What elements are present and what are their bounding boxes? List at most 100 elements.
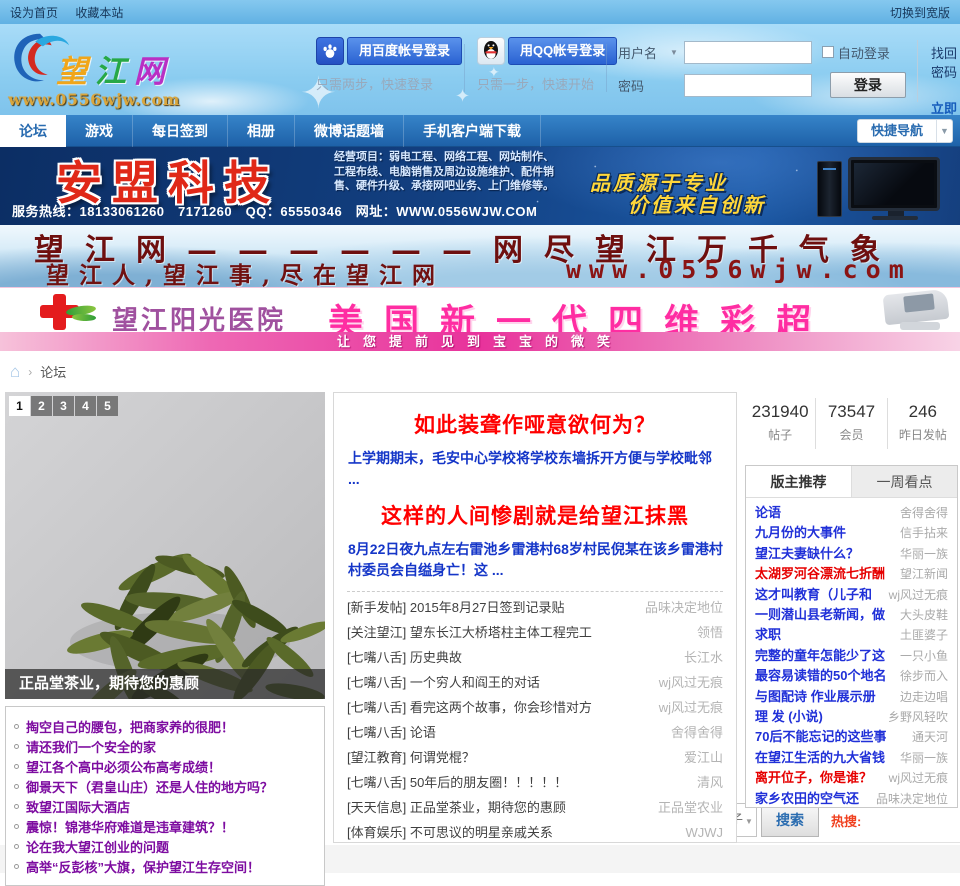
list-item[interactable]: 家乡农田的空气还 品味决定地位: [755, 789, 948, 809]
featured-title[interactable]: 如此装聋作哑意欲何为？: [347, 409, 723, 439]
quick-nav-button[interactable]: 快捷导航 ▼: [856, 119, 953, 143]
list-item[interactable]: 在望江生活的九大省钱 华丽一族: [755, 748, 948, 768]
list-item[interactable]: 论语 舍得舍得: [755, 503, 948, 523]
stat-1[interactable]: 73547 会员: [816, 398, 888, 449]
list-item[interactable]: 望江夫妻缺什么？ 华丽一族: [755, 544, 948, 564]
sidebar-author: 大头皮鞋: [899, 608, 948, 623]
ad-banner-anmeng[interactable]: 安盟科技 经营项目：弱电工程、网络工程、网站制作、工程布线、电脑销售及周边设施维…: [0, 147, 960, 225]
tab-0[interactable]: 版主推荐: [746, 466, 852, 497]
left-link-2[interactable]: 望江各个高中必须公布高考成绩！: [26, 757, 221, 776]
list-item[interactable]: 最容易读错的50个地名 徐步而入: [755, 666, 948, 686]
sidebar-link: 完整的童年怎能少了这: [755, 647, 886, 663]
quick-nav-label: 快捷导航: [870, 123, 923, 138]
auto-login-label[interactable]: 自动登录: [838, 43, 890, 62]
carousel-page-2[interactable]: 2: [31, 396, 52, 416]
left-link-1[interactable]: 请还我们一个安全的家: [26, 737, 156, 756]
image-carousel[interactable]: 12345 正品堂茶业，期待您的惠顾: [5, 392, 325, 699]
left-link-5[interactable]: 震惊！锦港华府难道是违章建筑？！: [26, 817, 234, 836]
nav-tab-2[interactable]: 每日签到: [133, 115, 228, 147]
stat-0[interactable]: 231940 帖子: [745, 398, 817, 449]
table-row[interactable]: [七嘴八舌] 论语 舍得舍得: [347, 720, 723, 745]
nav-tab-5[interactable]: 手机客户端下载: [404, 115, 541, 147]
table-row[interactable]: [望江教育] 何谓党棍？ 爱江山: [347, 745, 723, 770]
tea-leaves-photo: [67, 553, 325, 699]
list-item[interactable]: 与图配诗 作业展示册 边走边唱: [755, 687, 948, 707]
sidebar-author: 品味决定地位: [875, 791, 948, 806]
sidebar-link: 离开位子，你是谁？: [755, 770, 873, 786]
carousel-page-1[interactable]: 1: [9, 396, 30, 416]
find-password-link[interactable]: 找回密码: [931, 43, 958, 81]
list-item[interactable]: 九月份的大事件 信手拈来: [755, 523, 948, 543]
divider: [347, 591, 723, 592]
table-row[interactable]: [新手发帖] 2015年8月27日签到记录贴 品味决定地位: [347, 595, 723, 620]
post-title: [关注望江] 望东长江大桥塔柱主体工程完工: [347, 625, 592, 640]
table-row[interactable]: [体育娱乐] 不可思议的明星亲戚关系 WJWJ: [347, 820, 723, 845]
left-link-3[interactable]: 御景天下（君皇山庄）还是人住的地方吗？: [26, 777, 273, 796]
nav-tab-3[interactable]: 相册: [228, 115, 295, 147]
login-button[interactable]: 登录: [829, 72, 906, 98]
username-input[interactable]: [683, 40, 812, 64]
post-author: 清风: [696, 775, 723, 790]
left-link-0[interactable]: 掏空自己的腰包，把商家养的很肥！: [26, 717, 234, 736]
featured-excerpt[interactable]: 8月22日夜九点左右雷池乡雷港村68岁村民倪某在该乡雷港村村委员会自缢身亡！这 …: [348, 539, 723, 581]
sidebar-link: 这才叫教育（儿子和: [755, 586, 873, 602]
sidebar-author: 一只小鱼: [899, 648, 948, 663]
home-icon[interactable]: ⌂: [10, 362, 20, 382]
breadcrumb-current[interactable]: 论坛: [40, 362, 66, 381]
featured-excerpt[interactable]: 上学期期末，毛安中心学校将学校东墙拆开方便与学校毗邻 ...: [348, 448, 723, 490]
ad-anmeng-hotline: 服务热线：18133061260 7171260 QQ：65550346 网址：…: [12, 204, 538, 219]
table-row[interactable]: [关注望江] 望东长江大桥塔柱主体工程完工 领悟: [347, 620, 723, 645]
nav-tab-4[interactable]: 微博话题墙: [295, 115, 404, 147]
sidebar-link: 家乡农田的空气还: [755, 790, 860, 806]
list-item[interactable]: 理 发 (小说) 乡野风轻吹: [755, 707, 948, 727]
hot-search-link[interactable]: 热搜:: [831, 811, 861, 830]
featured-title[interactable]: 这样的人间惨剧就是给望江抹黑: [347, 500, 723, 530]
sidebar-author: 望江新闻: [899, 567, 948, 582]
nav-tabs: 论坛 游戏 每日签到 相册 微博话题墙 手机客户端下载: [0, 115, 960, 147]
baidu-login-button[interactable]: 用百度帐号登录: [347, 37, 463, 65]
post-title: [七嘴八舌] 历史典故: [347, 650, 462, 665]
qq-login-button[interactable]: 用QQ帐号登录: [508, 37, 618, 65]
password-label: 密码: [618, 78, 645, 94]
list-item[interactable]: 这才叫教育（儿子和 wj风过无痕: [755, 585, 948, 605]
table-row[interactable]: [七嘴八舌] 一个穷人和阎王的对话 wj风过无痕: [347, 670, 723, 695]
site-logo[interactable]: 望江网 www.0556wjw.com: [6, 26, 216, 114]
sidebar-author: 华丽一族: [899, 546, 948, 561]
forum-stats: 231940 帖子 73547 会员 246 昨日发帖: [745, 398, 958, 449]
list-item[interactable]: 离开位子，你是谁？ wj风过无痕: [755, 768, 948, 788]
table-row[interactable]: [七嘴八舌] 50年后的朋友圈！！！！！ 清风: [347, 770, 723, 795]
password-input[interactable]: [683, 73, 812, 97]
list-item[interactable]: 一则潜山县老新闻，做 大头皮鞋: [755, 605, 948, 625]
carousel-page-5[interactable]: 5: [97, 396, 118, 416]
ad-banner-hospital[interactable]: 望江阳光医院 美国新一代四维彩超 让您提前见到宝宝的微笑: [0, 287, 960, 351]
table-row[interactable]: [七嘴八舌] 看完这两个故事，你会珍惜对方 wj风过无痕: [347, 695, 723, 720]
post-author: 正品堂农业: [657, 800, 723, 815]
switch-wide-link[interactable]: 切换到宽版: [890, 6, 950, 20]
baidu-paw-icon: [316, 37, 344, 65]
list-item[interactable]: 求职 土匪婆子: [755, 625, 948, 645]
carousel-page-4[interactable]: 4: [75, 396, 96, 416]
table-row[interactable]: [七嘴八舌] 历史典故 长江水: [347, 645, 723, 670]
list-item[interactable]: 太湖罗河谷漂流七折酬 望江新闻: [755, 564, 948, 584]
list-item: 望江各个高中必须公布高考成绩！: [14, 756, 316, 776]
carousel-page-3[interactable]: 3: [53, 396, 74, 416]
tab-1[interactable]: 一周看点: [852, 466, 957, 497]
ad-banner-wjw-slogan[interactable]: 望江网——————网尽望江万千气象 望江人,望江事,尽在望江网 www.0556…: [0, 225, 960, 287]
favorite-link[interactable]: 收藏本站: [75, 6, 123, 20]
left-link-4[interactable]: 致望江国际大酒店: [26, 797, 130, 816]
post-author: 品味决定地位: [644, 600, 723, 615]
list-item[interactable]: 70后不能忘记的这些事 通天河: [755, 727, 948, 747]
carousel-caption[interactable]: 正品堂茶业，期待您的惠顾: [5, 669, 325, 699]
username-dropdown-icon[interactable]: ▼: [670, 48, 678, 57]
nav-tab-1[interactable]: 游戏: [66, 115, 133, 147]
list-item[interactable]: 完整的童年怎能少了这 一只小鱼: [755, 646, 948, 666]
table-row[interactable]: [天天信息] 正品堂茶业，期待您的惠顾 正品堂农业: [347, 795, 723, 820]
list-item: 御景天下（君皇山庄）还是人住的地方吗？: [14, 776, 316, 796]
left-link-6[interactable]: 论在我大望江创业的问题: [26, 837, 169, 856]
set-home-link[interactable]: 设为首页: [10, 6, 58, 20]
nav-tab-0[interactable]: 论坛: [0, 115, 66, 147]
stat-2[interactable]: 246 昨日发帖: [888, 398, 958, 449]
auto-login-checkbox[interactable]: [821, 46, 834, 58]
breadcrumb-separator: ›: [28, 364, 33, 379]
chevron-down-icon[interactable]: ▼: [936, 120, 952, 142]
